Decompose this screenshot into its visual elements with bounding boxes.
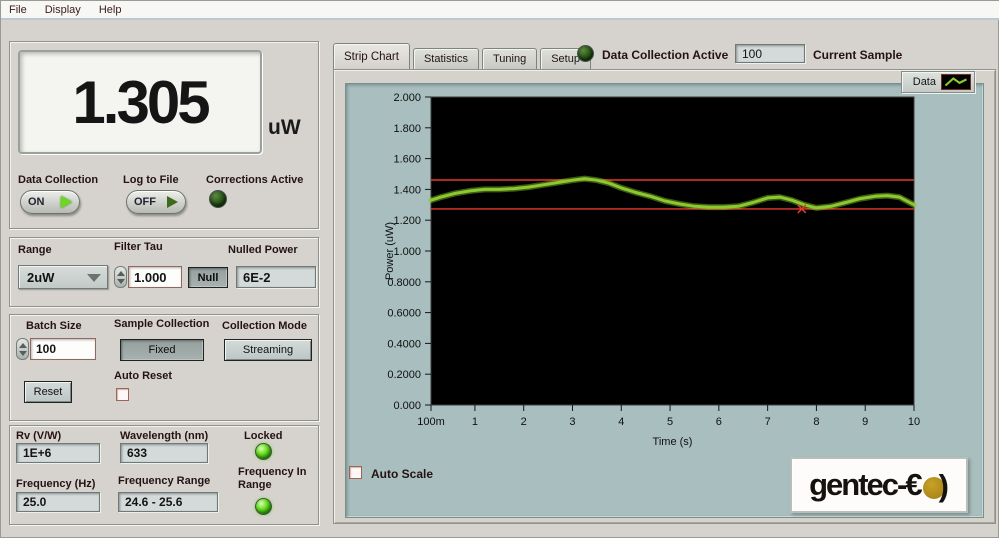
data-collection-switch[interactable]: ON [20, 190, 80, 214]
x-tick-label: 7 [765, 416, 771, 428]
x-tick-label: 9 [862, 416, 868, 428]
tab-strip-chart[interactable]: Strip Chart [333, 43, 410, 69]
frequency-field: 25.0 [16, 492, 100, 512]
x-tick-label: 100m [417, 416, 445, 428]
wavelength-field: 633 [120, 443, 208, 463]
meter-panel: 1.305 uW Data Collection Log to File Cor… [9, 41, 319, 229]
x-tick-label: 1 [472, 416, 478, 428]
y-tick-label: 1.600 [393, 154, 421, 166]
auto-reset-label: Auto Reset [114, 370, 172, 382]
power-unit-label: uW [268, 116, 301, 140]
tab-tuning[interactable]: Tuning [482, 48, 537, 69]
auto-scale-checkbox[interactable] [349, 466, 362, 479]
log-to-file-switch[interactable]: OFF [126, 190, 186, 214]
data-collection-active-label: Data Collection Active [602, 48, 728, 62]
switch-arrow-icon [61, 196, 72, 208]
frequency-range-field: 24.6 - 25.6 [118, 492, 218, 512]
filter-tau-label: Filter Tau [114, 241, 163, 253]
batch-size-stepper[interactable] [16, 338, 29, 360]
wavelength-label: Wavelength (nm) [120, 430, 208, 442]
data-collection-label: Data Collection [18, 174, 98, 186]
locked-label: Locked [244, 430, 283, 442]
rv-label: Rv (V/W) [16, 430, 61, 442]
legend-series-label: Data [913, 76, 936, 88]
nulled-power-field: 6E-2 [236, 266, 316, 288]
y-tick-label: 0.000 [393, 400, 421, 412]
increment-icon [19, 343, 27, 348]
log-to-file-label: Log to File [123, 174, 179, 186]
gentec-logo-crescent-icon: ) [939, 466, 949, 504]
corrections-active-led [209, 190, 227, 208]
reset-button[interactable]: Reset [24, 381, 72, 403]
batch-size-label: Batch Size [26, 320, 82, 332]
chart-legend[interactable]: Data [901, 71, 975, 93]
batch-panel: Batch Size Sample Collection Collection … [9, 314, 319, 421]
frequency-label: Frequency (Hz) [16, 478, 95, 490]
sample-collection-button[interactable]: Fixed [120, 339, 204, 361]
gentec-logo-symbol: -€ [897, 467, 921, 503]
filter-tau-stepper[interactable] [114, 266, 127, 288]
sensor-panel: Rv (V/W) 1E+6 Wavelength (nm) 633 Locked… [9, 425, 319, 525]
current-sample-field: 100 [735, 44, 805, 63]
locked-led [255, 443, 272, 460]
gentec-logo: gentec -€ ) [790, 457, 968, 513]
nulled-power-label: Nulled Power [228, 244, 298, 256]
filter-tau-field[interactable]: 1.000 [128, 266, 182, 288]
x-tick-label: 8 [813, 416, 819, 428]
x-tick-label: 2 [521, 416, 527, 428]
x-tick-label: 10 [908, 416, 920, 428]
tab-statistics[interactable]: Statistics [413, 48, 479, 69]
tab-strip: Strip ChartStatisticsTuningSetup [333, 43, 594, 69]
increment-icon [117, 271, 125, 276]
frequency-range-label: Frequency Range [118, 475, 210, 487]
menu-bar: File Display Help [1, 1, 999, 20]
auto-reset-checkbox[interactable] [116, 388, 129, 401]
sample-collection-label: Sample Collection [114, 318, 209, 330]
range-panel: Range Filter Tau Nulled Power 2uW 1.000 … [9, 237, 319, 307]
x-tick-label: 6 [716, 416, 722, 428]
x-tick-label: 4 [618, 416, 624, 428]
y-tick-label: 1.000 [393, 246, 421, 258]
chevron-down-icon [87, 274, 101, 282]
collection-mode-button[interactable]: Streaming [224, 339, 312, 361]
menu-item-file[interactable]: File [9, 4, 27, 16]
frequency-in-range-led [255, 498, 272, 515]
y-tick-label: 2.000 [393, 92, 421, 104]
range-dropdown-value: 2uW [27, 270, 54, 285]
gentec-logo-text: gentec [809, 467, 897, 503]
y-tick-label: 0.6000 [387, 308, 421, 320]
frequency-in-range-label: Frequency In Range [238, 466, 310, 492]
decrement-icon [117, 279, 125, 284]
y-tick-label: 1.800 [393, 123, 421, 135]
range-label: Range [18, 244, 52, 256]
power-readout-value: 1.305 [72, 68, 207, 137]
corrections-active-label: Corrections Active [206, 174, 303, 186]
range-dropdown[interactable]: 2uW [18, 265, 108, 289]
menu-item-display[interactable]: Display [45, 4, 81, 16]
batch-size-field[interactable]: 100 [30, 338, 96, 360]
log-to-file-switch-state: OFF [134, 196, 156, 208]
x-axis-title: Time (s) [653, 436, 693, 448]
auto-scale-label: Auto Scale [371, 467, 433, 481]
rv-field: 1E+6 [16, 443, 100, 463]
data-collection-active-led [577, 45, 594, 62]
legend-line-icon [941, 74, 971, 90]
y-tick-label: 1.400 [393, 184, 421, 196]
y-tick-label: 1.200 [393, 215, 421, 227]
y-tick-label: 0.4000 [387, 338, 421, 350]
current-sample-label: Current Sample [813, 48, 902, 62]
collection-mode-label: Collection Mode [222, 320, 307, 332]
x-tick-label: 3 [569, 416, 575, 428]
null-button[interactable]: Null [188, 267, 228, 288]
y-tick-label: 0.2000 [387, 369, 421, 381]
power-readout-display: 1.305 [18, 50, 262, 154]
data-collection-switch-state: ON [28, 196, 45, 208]
strip-chart[interactable]: 2.0001.8001.6001.4001.2001.0000.80000.60… [341, 87, 991, 459]
y-axis-title: Power (uW) [384, 222, 396, 280]
menu-item-help[interactable]: Help [99, 4, 122, 16]
plot-area [431, 97, 914, 405]
decrement-icon [19, 351, 27, 356]
switch-arrow-icon [167, 196, 178, 208]
x-tick-label: 5 [667, 416, 673, 428]
